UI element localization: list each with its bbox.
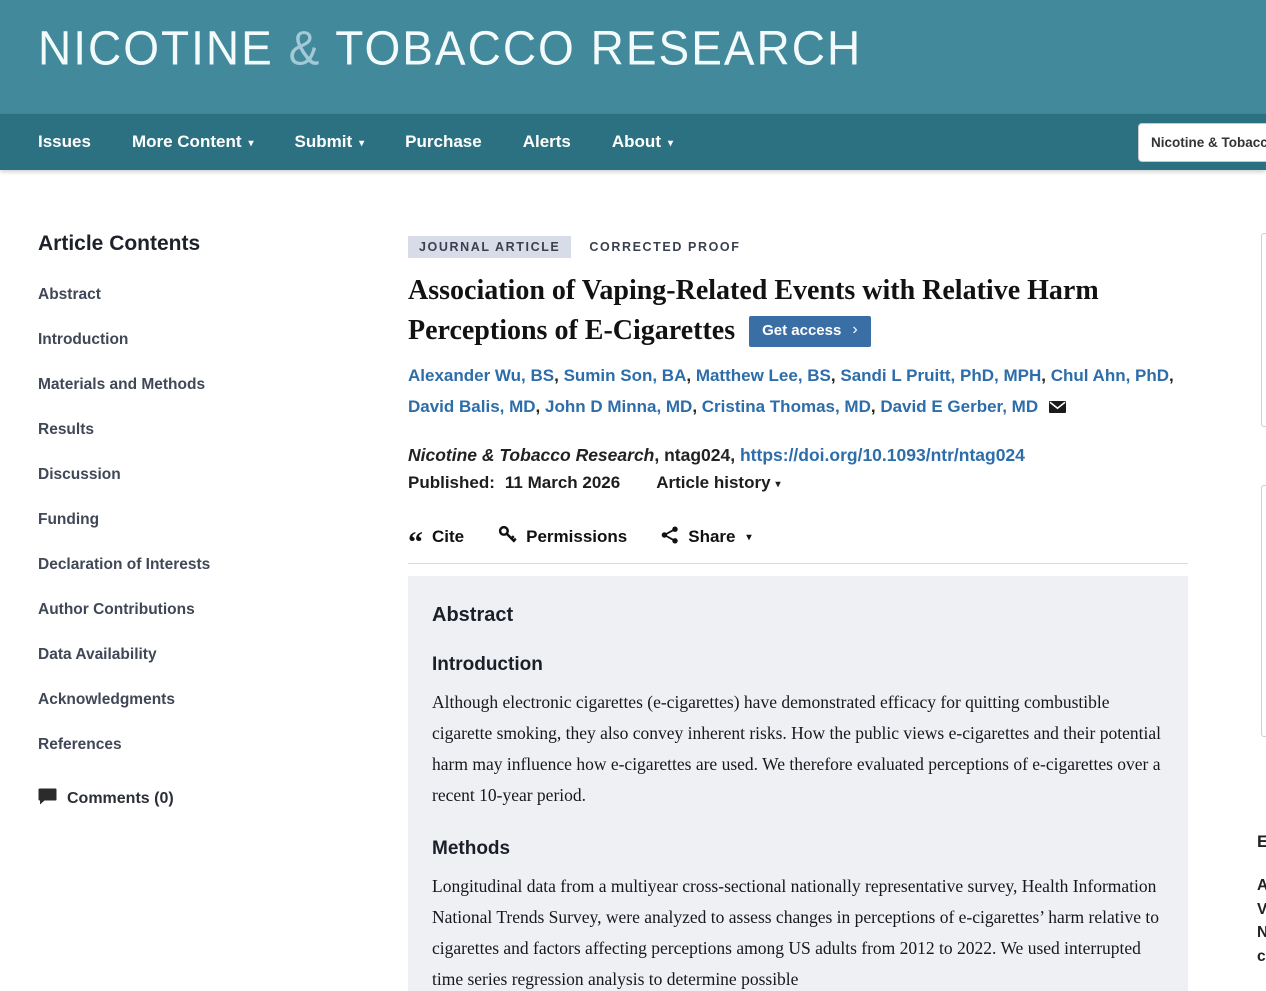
nav-item[interactable]: Alerts▾: [523, 132, 571, 152]
toc-item[interactable]: References: [38, 736, 368, 754]
article-history-toggle[interactable]: Article history▾: [656, 473, 780, 493]
abstract-section-text: Longitudinal data from a multiyear cross…: [432, 871, 1162, 991]
author-link[interactable]: Sumin Son, BA: [564, 366, 687, 385]
toc-item[interactable]: Funding: [38, 511, 368, 529]
toc-item[interactable]: Declaration of Interests: [38, 556, 368, 574]
nav-item[interactable]: Purchase▾: [405, 132, 482, 152]
chevron-down-icon: ▾: [359, 138, 364, 149]
corrected-proof-label: CORRECTED PROOF: [589, 240, 740, 254]
author-list: Alexander Wu, BS, Sumin Son, BA, Matthew…: [408, 360, 1188, 422]
key-icon: [498, 525, 517, 549]
nav-item[interactable]: More Content▾: [132, 132, 254, 152]
toc-item[interactable]: Discussion: [38, 466, 368, 484]
right-rail-line-fragment[interactable]: V: [1257, 898, 1266, 922]
chevron-right-icon: ›: [852, 322, 857, 338]
abstract-title: Abstract: [432, 604, 1162, 627]
abstract-section-heading: Introduction: [432, 654, 1162, 676]
abstract-sections: Introduction Although electronic cigaret…: [432, 654, 1162, 991]
comments-link[interactable]: Comments (0): [38, 788, 368, 810]
author-item: Matthew Lee, BS,: [696, 366, 841, 385]
chevron-down-icon: ▾: [746, 532, 751, 543]
comments-label: Comments (0): [67, 790, 174, 808]
share-button[interactable]: Share ▾: [661, 526, 751, 549]
author-item: Sandi L Pruitt, PhD, MPH,: [840, 366, 1050, 385]
abstract-section: Methods Longitudinal data from a multiye…: [432, 838, 1162, 991]
article-title: Association of Vaping-Related Events wit…: [408, 271, 1188, 351]
right-rail-panel: [1261, 485, 1266, 737]
toc-item[interactable]: Acknowledgments: [38, 691, 368, 709]
author-item: Cristina Thomas, MD,: [702, 397, 881, 416]
abstract-section: Introduction Although electronic cigaret…: [432, 654, 1162, 811]
envelope-icon[interactable]: [1049, 392, 1066, 423]
toc-item[interactable]: Abstract: [38, 286, 368, 304]
comment-bubble-icon: [38, 788, 57, 810]
citation-id: , ntag024,: [654, 445, 740, 465]
author-link[interactable]: Chul Ahn, PhD: [1051, 366, 1169, 385]
toc-item[interactable]: Results: [38, 421, 368, 439]
doi-link[interactable]: https://doi.org/10.1093/ntr/ntag024: [740, 445, 1025, 465]
journal-article-badge: JOURNAL ARTICLE: [408, 236, 571, 258]
author-item: Alexander Wu, BS,: [408, 366, 564, 385]
badge-row: JOURNAL ARTICLE CORRECTED PROOF: [408, 236, 1188, 258]
main-nav: Issues▾ More Content▾ Submit▾ Purchase▾ Aler…: [0, 114, 1266, 170]
right-rail-line-fragment[interactable]: c: [1257, 945, 1266, 969]
quote-icon: “: [408, 538, 423, 548]
chevron-down-icon: ▾: [776, 479, 781, 490]
article-main: JOURNAL ARTICLE CORRECTED PROOF Associat…: [408, 236, 1188, 991]
wordmark-ampersand: &: [289, 21, 322, 75]
journal-banner: NICOTINE & TOBACCO RESEARCH: [0, 0, 1266, 114]
author-link[interactable]: David E Gerber, MD: [880, 397, 1038, 416]
share-icon: [661, 526, 679, 549]
toc-item[interactable]: Author Contributions: [38, 601, 368, 619]
toc-item[interactable]: Introduction: [38, 331, 368, 349]
author-item: John D Minna, MD,: [545, 397, 702, 416]
author-item: Chul Ahn, PhD,: [1051, 366, 1174, 385]
journal-wordmark: NICOTINE & TOBACCO RESEARCH: [38, 20, 862, 76]
author-item: David E Gerber, MD: [880, 397, 1038, 416]
author-link[interactable]: Alexander Wu, BS: [408, 366, 554, 385]
article-contents-list: Abstract Introduction Materials and Method…: [38, 286, 368, 754]
right-rail-heading-fragment: E: [1257, 832, 1266, 852]
abstract-section-text: Although electronic cigarettes (e-cigare…: [432, 687, 1162, 811]
author-link[interactable]: Cristina Thomas, MD: [702, 397, 871, 416]
published-date: 11 March 2026: [505, 473, 620, 493]
article-contents-title: Article Contents: [38, 232, 368, 256]
cite-button[interactable]: “ Cite: [408, 527, 464, 547]
published-label: Published:: [408, 473, 495, 493]
right-rail-line-fragment[interactable]: N: [1257, 921, 1266, 945]
permissions-button[interactable]: Permissions: [498, 525, 627, 549]
nav-item[interactable]: Submit▾: [295, 132, 365, 152]
wordmark-text: NICOTINE: [38, 21, 289, 75]
wordmark-text: TOBACCO RESEARCH: [321, 21, 862, 75]
journal-name: Nicotine & Tobacco Research: [408, 445, 654, 465]
author-link[interactable]: Sandi L Pruitt, PhD, MPH: [840, 366, 1041, 385]
abstract-section-heading: Methods: [432, 838, 1162, 860]
toc-item[interactable]: Materials and Methods: [38, 376, 368, 394]
author-item: David Balis, MD,: [408, 397, 545, 416]
chevron-down-icon: ▾: [668, 138, 673, 149]
search-scope-selector[interactable]: Nicotine & Tobacco: [1138, 123, 1266, 162]
search-scope-label: Nicotine & Tobacco: [1151, 135, 1266, 150]
right-rail-panel: [1261, 233, 1266, 427]
chevron-down-icon: ▾: [248, 138, 253, 149]
nav-item[interactable]: About▾: [612, 132, 673, 152]
nav-item[interactable]: Issues▾: [38, 132, 91, 152]
right-rail-clipped-text: E AVNc: [1257, 832, 1266, 968]
nav-items: Issues▾ More Content▾ Submit▾ Purchase▾ Aler…: [0, 114, 1266, 170]
get-access-button[interactable]: Get access›: [749, 316, 871, 347]
published-row: Published: 11 March 2026 Article history…: [408, 473, 1188, 493]
author-link[interactable]: Matthew Lee, BS: [696, 366, 831, 385]
article-contents-panel: Article Contents Abstract Introduction Mat…: [38, 232, 368, 810]
author-item: Sumin Son, BA,: [564, 366, 696, 385]
author-link[interactable]: John D Minna, MD: [545, 397, 692, 416]
right-rail-line-fragment[interactable]: A: [1257, 874, 1266, 898]
author-link[interactable]: David Balis, MD: [408, 397, 536, 416]
citation-line: Nicotine & Tobacco Research, ntag024, ht…: [408, 445, 1188, 466]
section-divider: [408, 563, 1188, 564]
abstract-panel: Abstract Introduction Although electroni…: [408, 576, 1188, 991]
toc-item[interactable]: Data Availability: [38, 646, 368, 664]
action-toolbar: “ Cite Permissions Share ▾: [408, 525, 1188, 549]
